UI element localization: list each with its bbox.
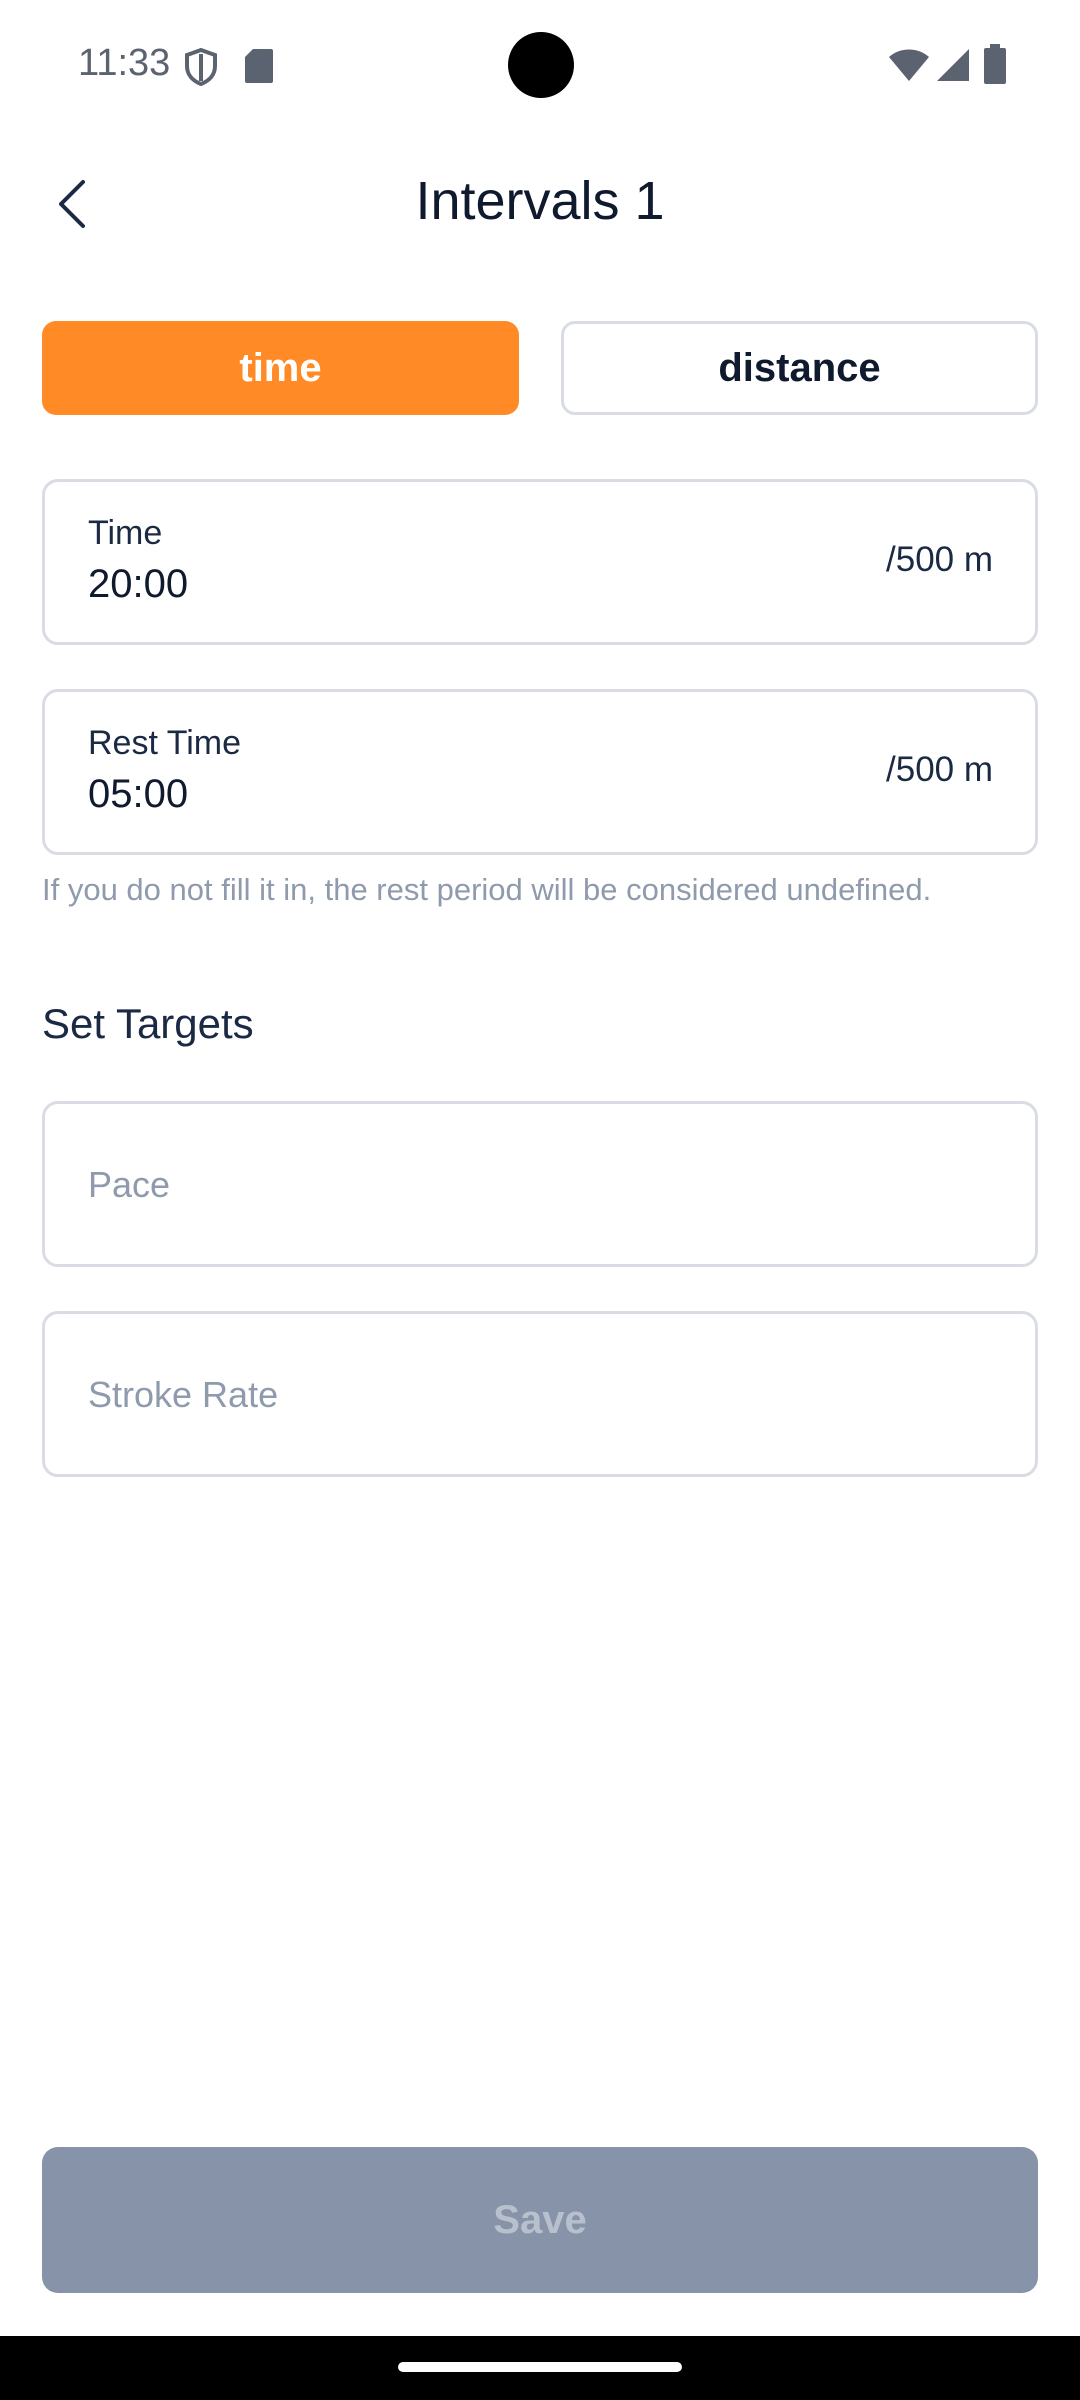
- camera-cutout: [508, 32, 574, 98]
- shield-icon: [185, 48, 217, 86]
- page-title: Intervals 1: [415, 171, 665, 231]
- wifi-icon: [889, 49, 929, 81]
- signal-icon: [937, 49, 969, 81]
- rest-time-field[interactable]: Rest Time 05:00 /500 m: [42, 689, 1038, 855]
- tab-time[interactable]: time: [42, 321, 519, 415]
- sd-card-icon: [245, 49, 273, 83]
- time-unit: /500 m: [886, 540, 993, 579]
- time-value: 20:00: [88, 562, 189, 606]
- pace-input[interactable]: Pace: [42, 1101, 1038, 1267]
- tab-distance[interactable]: distance: [561, 321, 1038, 415]
- rest-time-label: Rest Time: [88, 724, 242, 762]
- pace-placeholder: Pace: [88, 1164, 171, 1205]
- battery-icon: [984, 44, 1006, 84]
- home-indicator[interactable]: [398, 2362, 682, 2372]
- rest-hint: If you do not fill it in, the rest perio…: [42, 872, 932, 907]
- time-field[interactable]: Time 20:00 /500 m: [42, 479, 1038, 645]
- status-time: 11:33: [78, 42, 171, 84]
- save-button[interactable]: Save: [42, 2147, 1038, 2293]
- stroke-rate-input[interactable]: Stroke Rate: [42, 1311, 1038, 1477]
- time-label: Time: [88, 514, 163, 552]
- section-title-targets: Set Targets: [42, 1000, 254, 1047]
- rest-time-unit: /500 m: [886, 750, 993, 789]
- stroke-rate-placeholder: Stroke Rate: [88, 1374, 279, 1415]
- rest-time-value: 05:00: [88, 772, 189, 816]
